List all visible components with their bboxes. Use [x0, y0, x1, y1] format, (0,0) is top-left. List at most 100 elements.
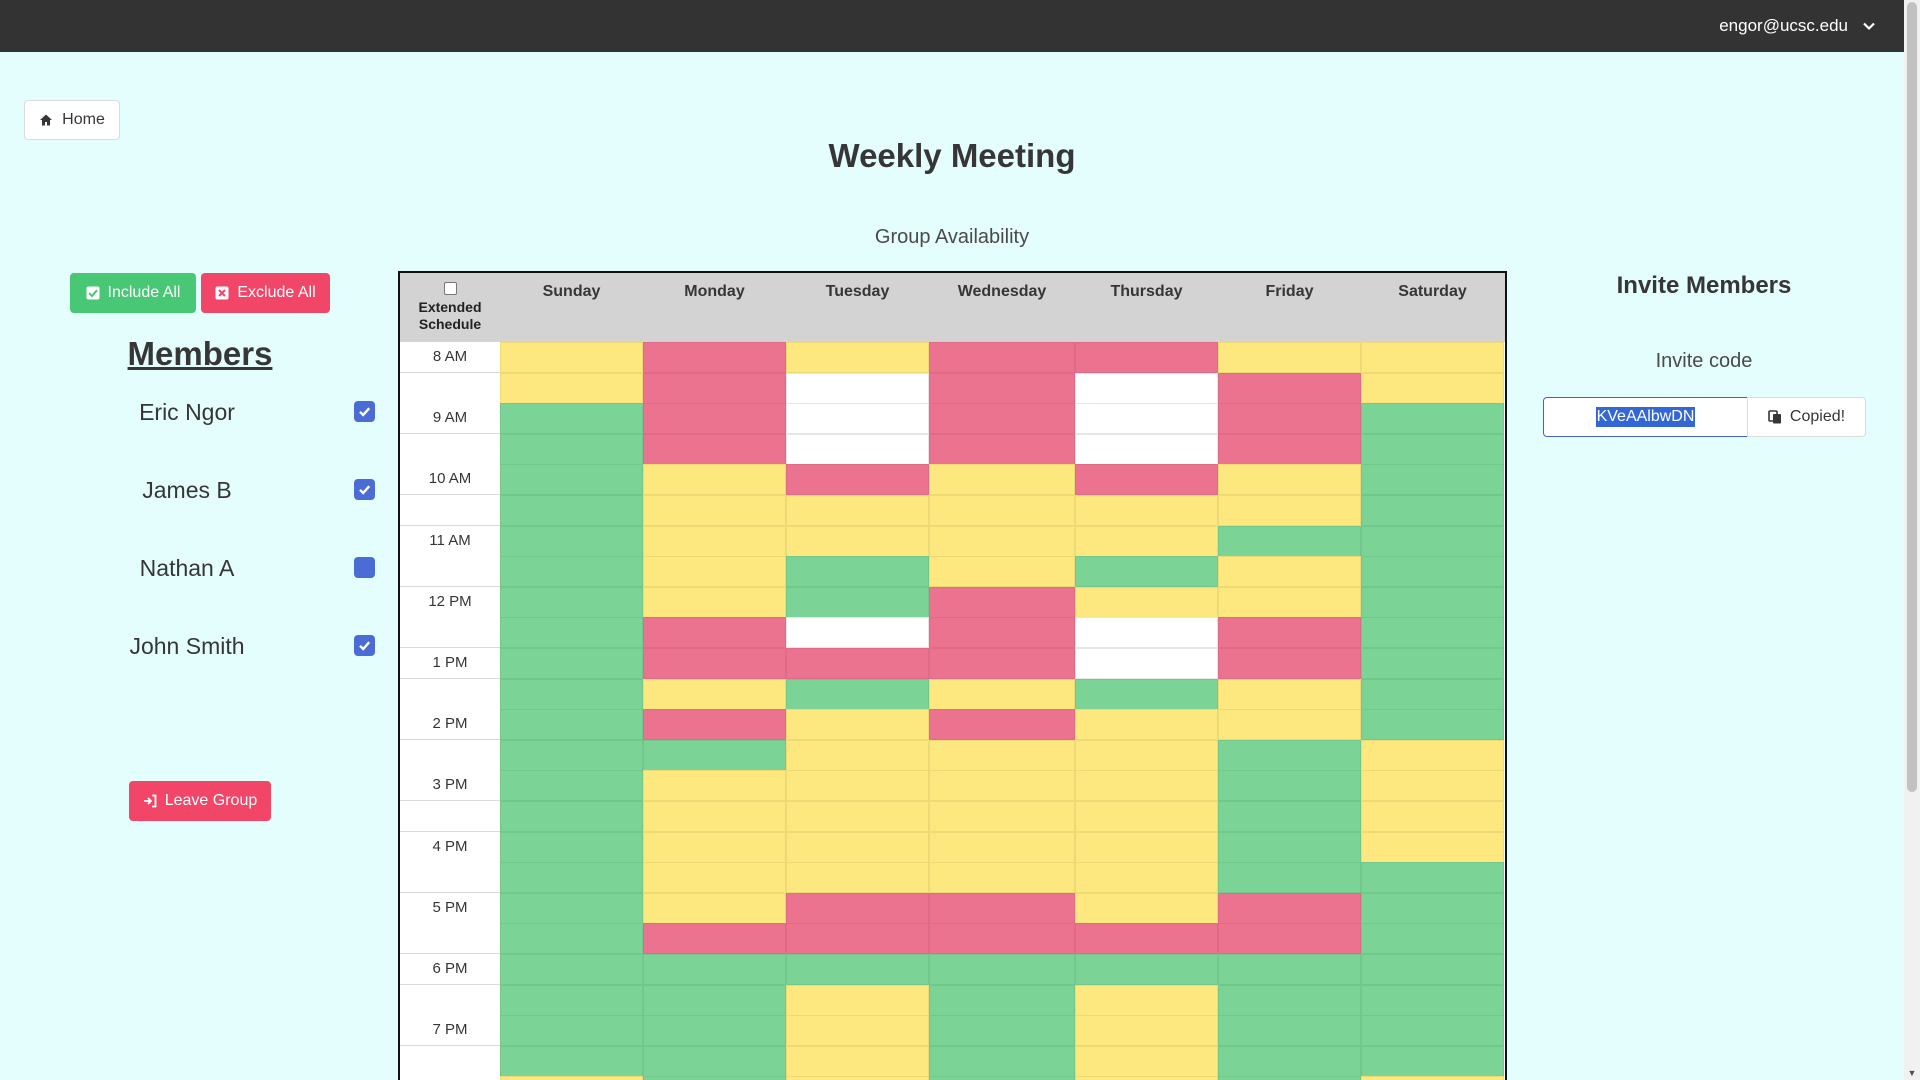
availability-cell[interactable]: [929, 831, 1075, 863]
availability-cell[interactable]: [929, 923, 1075, 955]
availability-cell[interactable]: [929, 372, 1075, 404]
availability-cell[interactable]: [643, 433, 786, 465]
availability-cell[interactable]: [1075, 586, 1218, 618]
availability-cell[interactable]: [643, 495, 786, 526]
availability-cell[interactable]: [1361, 770, 1504, 802]
availability-cell[interactable]: [1218, 464, 1361, 496]
availability-cell[interactable]: [929, 862, 1075, 894]
availability-cell[interactable]: [1361, 984, 1504, 1016]
user-menu[interactable]: engor@ucsc.edu: [1719, 0, 1876, 52]
availability-cell[interactable]: [1218, 648, 1361, 679]
availability-cell[interactable]: [929, 678, 1075, 710]
availability-cell[interactable]: [786, 709, 929, 741]
availability-cell[interactable]: [643, 403, 786, 435]
availability-cell[interactable]: [1361, 678, 1504, 710]
availability-cell[interactable]: [643, 1045, 786, 1077]
availability-cell[interactable]: [1075, 372, 1218, 404]
availability-cell[interactable]: [929, 770, 1075, 802]
availability-cell[interactable]: [500, 892, 643, 924]
availability-cell[interactable]: [1075, 464, 1218, 496]
availability-cell[interactable]: [929, 495, 1075, 526]
availability-cell[interactable]: [500, 1015, 643, 1047]
availability-cell[interactable]: [1075, 1076, 1218, 1080]
availability-cell[interactable]: [786, 403, 929, 435]
availability-cell[interactable]: [786, 464, 929, 496]
availability-cell[interactable]: [500, 984, 643, 1016]
availability-cell[interactable]: [1218, 525, 1361, 557]
availability-cell[interactable]: [643, 923, 786, 955]
availability-cell[interactable]: [1218, 433, 1361, 465]
availability-cell[interactable]: [786, 433, 929, 465]
availability-cell[interactable]: [500, 525, 643, 557]
availability-cell[interactable]: [1218, 342, 1361, 373]
availability-cell[interactable]: [643, 1015, 786, 1047]
availability-cell[interactable]: [1075, 1045, 1218, 1077]
availability-cell[interactable]: [929, 648, 1075, 679]
availability-cell[interactable]: [1075, 525, 1218, 557]
availability-cell[interactable]: [786, 984, 929, 1016]
scroll-down-arrow-icon[interactable]: ▼: [1907, 1068, 1917, 1078]
availability-cell[interactable]: [929, 801, 1075, 832]
availability-cell[interactable]: [1218, 801, 1361, 832]
extended-schedule-checkbox[interactable]: [444, 282, 457, 295]
availability-cell[interactable]: [786, 586, 929, 618]
availability-cell[interactable]: [929, 739, 1075, 771]
availability-cell[interactable]: [500, 495, 643, 526]
availability-cell[interactable]: [1361, 831, 1504, 863]
availability-cell[interactable]: [500, 433, 643, 465]
availability-cell[interactable]: [500, 1076, 643, 1080]
availability-cell[interactable]: [1075, 403, 1218, 435]
availability-cell[interactable]: [1361, 403, 1504, 435]
availability-cell[interactable]: [1218, 862, 1361, 894]
availability-cell[interactable]: [500, 648, 643, 679]
availability-cell[interactable]: [1075, 923, 1218, 955]
availability-cell[interactable]: [929, 984, 1075, 1016]
availability-cell[interactable]: [1218, 892, 1361, 924]
availability-cell[interactable]: [929, 556, 1075, 588]
availability-cell[interactable]: [929, 1076, 1075, 1080]
availability-cell[interactable]: [1361, 648, 1504, 679]
member-include-checkbox[interactable]: [354, 479, 375, 500]
availability-cell[interactable]: [643, 678, 786, 710]
availability-cell[interactable]: [500, 403, 643, 435]
availability-cell[interactable]: [1075, 1015, 1218, 1047]
availability-cell[interactable]: [643, 464, 786, 496]
availability-cell[interactable]: [929, 403, 1075, 435]
availability-cell[interactable]: [1075, 556, 1218, 588]
availability-cell[interactable]: [500, 954, 643, 985]
availability-cell[interactable]: [786, 678, 929, 710]
availability-cell[interactable]: [643, 648, 786, 679]
availability-cell[interactable]: [929, 525, 1075, 557]
availability-cell[interactable]: [643, 372, 786, 404]
availability-cell[interactable]: [643, 862, 786, 894]
invite-code-field[interactable]: KVeAAlbwDN: [1543, 397, 1748, 437]
availability-cell[interactable]: [786, 372, 929, 404]
page-scrollbar[interactable]: ▼: [1904, 0, 1920, 1080]
availability-cell[interactable]: [786, 556, 929, 588]
availability-cell[interactable]: [929, 617, 1075, 649]
member-include-checkbox[interactable]: [354, 401, 375, 422]
availability-cell[interactable]: [786, 495, 929, 526]
availability-cell[interactable]: [1218, 739, 1361, 771]
availability-cell[interactable]: [1218, 1045, 1361, 1077]
availability-cell[interactable]: [643, 892, 786, 924]
availability-cell[interactable]: [500, 831, 643, 863]
availability-cell[interactable]: [643, 801, 786, 832]
availability-cell[interactable]: [1075, 617, 1218, 649]
availability-cell[interactable]: [1218, 923, 1361, 955]
availability-cell[interactable]: [1218, 586, 1361, 618]
availability-cell[interactable]: [1075, 831, 1218, 863]
availability-cell[interactable]: [643, 342, 786, 373]
availability-cell[interactable]: [1218, 556, 1361, 588]
availability-cell[interactable]: [929, 464, 1075, 496]
availability-cell[interactable]: [1218, 403, 1361, 435]
availability-cell[interactable]: [500, 862, 643, 894]
availability-cell[interactable]: [1075, 954, 1218, 985]
availability-cell[interactable]: [1361, 892, 1504, 924]
availability-cell[interactable]: [1075, 984, 1218, 1016]
availability-cell[interactable]: [1075, 770, 1218, 802]
availability-cell[interactable]: [786, 648, 929, 679]
availability-cell[interactable]: [500, 923, 643, 955]
availability-cell[interactable]: [786, 342, 929, 373]
leave-group-button[interactable]: Leave Group: [129, 781, 271, 821]
